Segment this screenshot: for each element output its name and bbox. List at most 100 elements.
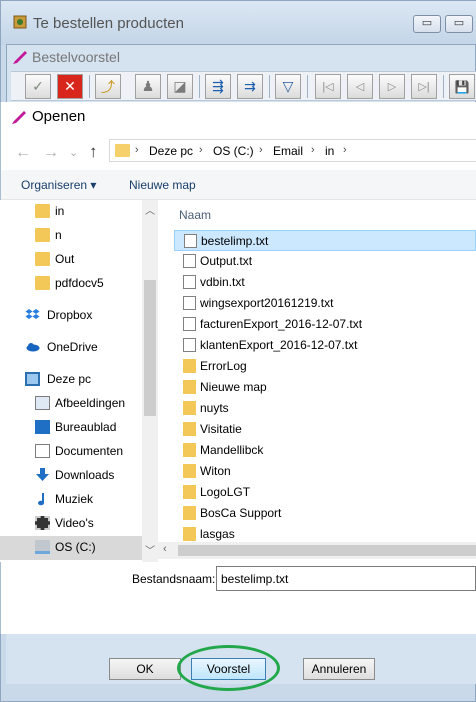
tree-item-pdfdocv5[interactable]: pdfdocv5 <box>0 272 142 296</box>
breadcrumb-email[interactable]: Email <box>273 144 303 158</box>
dropbox-icon <box>25 309 40 319</box>
inner-window-title: Bestelvoorstel <box>32 49 120 65</box>
filename-input[interactable] <box>216 566 476 591</box>
music-icon <box>38 493 44 506</box>
new-folder-button[interactable]: Nieuwe map <box>129 178 196 192</box>
first-record-icon[interactable]: |◁ <box>315 74 341 99</box>
scrollbar-thumb[interactable] <box>178 545 476 556</box>
scroll-down-icon[interactable]: ﹀ <box>145 542 155 557</box>
folder-row[interactable]: Mandellibck <box>174 440 476 461</box>
file-row[interactable]: Output.txt <box>174 251 476 272</box>
flow-split-icon[interactable]: ⇶ <box>205 74 231 99</box>
app-icon <box>13 15 27 29</box>
inner-title-bar[interactable]: Bestelvoorstel <box>7 45 476 71</box>
tree-item-n[interactable]: n <box>0 224 142 248</box>
tree-item-in[interactable]: in <box>0 200 142 224</box>
breadcrumb-deze-pc[interactable]: Deze pc <box>149 144 193 158</box>
folder-icon <box>183 359 196 373</box>
voorstel-button[interactable]: Voorstel <box>191 658 266 680</box>
filename-label: Bestandsnaam: <box>132 572 216 586</box>
navigation-pane: in n Out pdfdocv5 Dropbox OneDrive Deze … <box>0 200 158 562</box>
check-icon[interactable]: ✓ <box>25 74 51 99</box>
tree-item-deze-pc[interactable]: Deze pc <box>0 368 142 392</box>
onedrive-icon <box>26 343 40 352</box>
tree-item-os-c[interactable]: OS (C:) <box>0 536 142 560</box>
videos-icon <box>35 516 50 530</box>
folder-icon <box>35 252 50 266</box>
address-bar[interactable]: › Deze pc › OS (C:) › Email › in › <box>109 139 476 162</box>
tree-item-videos[interactable]: Video's <box>0 512 142 536</box>
minimize-button[interactable]: ▭ <box>413 15 441 33</box>
last-record-icon[interactable]: ▷| <box>411 74 437 99</box>
folder-open-icon[interactable]: ⤴ <box>95 74 121 99</box>
text-file-icon <box>184 234 197 248</box>
breadcrumb-os-c[interactable]: OS (C:) <box>213 144 254 158</box>
folder-icon <box>115 144 130 157</box>
flow-merge-icon[interactable]: ⇉ <box>237 74 263 99</box>
column-header-name[interactable]: Naam <box>179 208 211 222</box>
pictures-icon <box>35 396 50 410</box>
command-bar: Organiseren ▾ Nieuwe map <box>1 170 476 200</box>
annuleren-button[interactable]: Annuleren <box>303 658 375 680</box>
folder-icon <box>183 443 196 457</box>
file-list-hscrollbar[interactable]: ‹ <box>158 542 476 559</box>
tree-item-muziek[interactable]: Muziek <box>0 488 142 512</box>
computer-icon <box>25 372 40 386</box>
close-x-icon[interactable]: ✕ <box>57 74 83 99</box>
folder-icon <box>35 204 50 218</box>
file-list: Naam bestelimp.txt Output.txt vdbin.txt … <box>168 200 476 562</box>
folder-icon <box>183 485 196 499</box>
file-row[interactable]: klantenExport_2016-12-07.txt <box>174 335 476 356</box>
folder-row[interactable]: nuyts <box>174 398 476 419</box>
ok-button[interactable]: OK <box>109 658 181 680</box>
folder-icon <box>35 228 50 242</box>
navigation-scrollbar[interactable]: ︿ ﹀ <box>142 200 158 562</box>
folder-row[interactable]: BosCa Support <box>174 503 476 524</box>
tree-item-downloads[interactable]: Downloads <box>0 464 142 488</box>
prev-record-icon[interactable]: ◁ <box>347 74 373 99</box>
folder-icon <box>183 506 196 520</box>
folder-icon <box>183 401 196 415</box>
file-row[interactable]: vdbin.txt <box>174 272 476 293</box>
dialog-title-bar[interactable]: Openen <box>1 102 476 134</box>
folder-row[interactable]: Visitatie <box>174 419 476 440</box>
toolbar: ✓ ✕ ⤴ ♟ ◪ ⇶ ⇉ ▽ |◁ ◁ ▷ ▷| 💾 <box>11 71 476 101</box>
organize-button[interactable]: Organiseren ▾ <box>21 178 96 192</box>
folder-row[interactable]: LogoLGT <box>174 482 476 503</box>
file-row[interactable]: bestelimp.txt <box>174 230 476 251</box>
tree-item-onedrive[interactable]: OneDrive <box>0 336 142 360</box>
tree-item-afbeeldingen[interactable]: Afbeeldingen <box>0 392 142 416</box>
folder-row[interactable]: Nieuwe map <box>174 377 476 398</box>
text-file-icon <box>183 338 196 352</box>
outer-window-title: Te bestellen producten <box>33 15 184 32</box>
folder-row[interactable]: Witon <box>174 461 476 482</box>
scroll-left-icon[interactable]: ‹ <box>163 543 167 555</box>
stamp-icon[interactable]: ♟ <box>135 74 161 99</box>
text-file-icon <box>183 254 196 268</box>
forward-arrow-icon[interactable]: → <box>43 144 59 162</box>
file-row[interactable]: facturenExport_2016-12-07.txt <box>174 314 476 335</box>
funnel-icon[interactable]: ▽ <box>275 74 301 99</box>
file-row[interactable]: wingsexport20161219.txt <box>174 293 476 314</box>
text-file-icon <box>183 296 196 310</box>
tree-item-out[interactable]: Out <box>0 248 142 272</box>
outer-title-bar[interactable]: Te bestellen producten ▭ ▭ <box>1 1 476 45</box>
maximize-button[interactable]: ▭ <box>445 15 473 33</box>
breadcrumb-in[interactable]: in <box>325 144 334 158</box>
save-icon[interactable]: 💾 <box>449 74 475 99</box>
tree-item-bureaublad[interactable]: Bureaublad <box>0 416 142 440</box>
text-file-icon <box>183 275 196 289</box>
drive-icon <box>35 540 50 554</box>
next-record-icon[interactable]: ▷ <box>379 74 405 99</box>
scrollbar-thumb[interactable] <box>144 280 156 416</box>
scroll-up-icon[interactable]: ︿ <box>145 202 155 217</box>
folder-row[interactable]: ErrorLog <box>174 356 476 377</box>
folder-icon <box>183 527 196 541</box>
tree-item-documenten[interactable]: Documenten <box>0 440 142 464</box>
back-arrow-icon[interactable]: ← <box>15 144 31 162</box>
page-icon[interactable]: ◪ <box>167 74 193 99</box>
recent-locations-icon[interactable]: ⌄ <box>69 146 78 159</box>
folder-icon <box>183 380 196 394</box>
up-arrow-icon[interactable]: ↑ <box>89 142 98 162</box>
tree-item-dropbox[interactable]: Dropbox <box>0 304 142 328</box>
